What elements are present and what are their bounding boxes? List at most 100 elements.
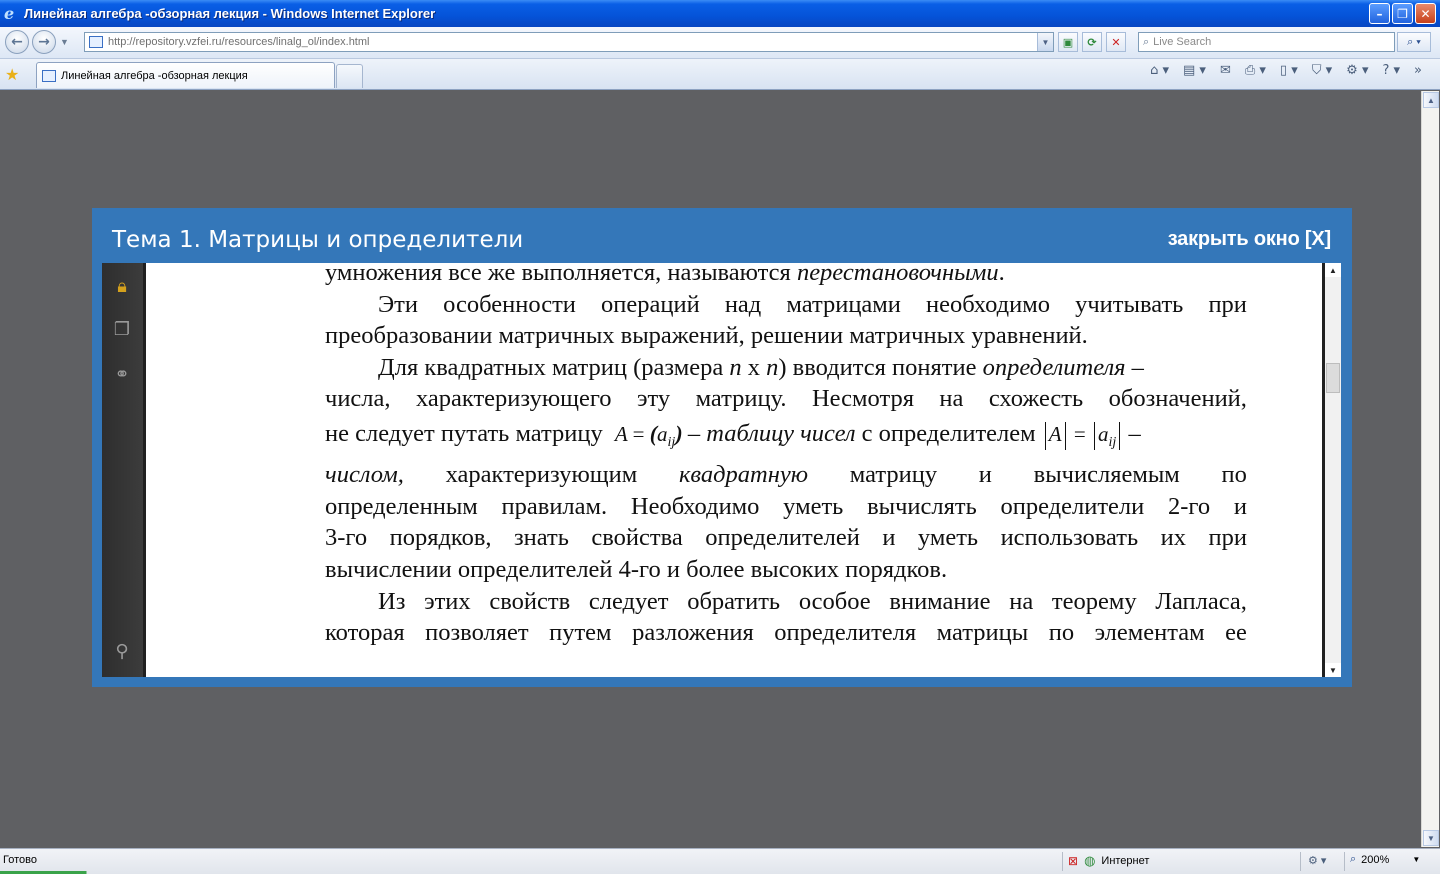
address-tools: ▣ ⟳ ✕	[1058, 32, 1126, 52]
text: преобразовании матричных выражений, реше…	[325, 322, 1088, 349]
formula-symbol: a	[1097, 422, 1109, 446]
lock-icon[interactable]: 🔒︎	[111, 275, 133, 297]
text-italic: таблицу чисел	[706, 420, 856, 447]
word: уметь	[783, 493, 844, 520]
minimize-button[interactable]: –	[1369, 3, 1390, 24]
close-window-button[interactable]: ✕	[1415, 3, 1436, 24]
word: использовать	[1000, 524, 1139, 551]
word: схожесть	[988, 385, 1084, 412]
word: числа,	[325, 385, 391, 412]
word: свойства	[591, 524, 683, 551]
word: матрицы	[936, 619, 1029, 646]
refresh-icon[interactable]: ⟳	[1082, 32, 1102, 52]
word: на	[1009, 588, 1034, 615]
mail-icon[interactable]: ✉	[1216, 63, 1235, 78]
help-icon[interactable]: ? ▾	[1378, 63, 1404, 78]
word: и	[1233, 493, 1247, 520]
tab-label: Линейная алгебра -обзорная лекция	[61, 69, 248, 82]
address-url[interactable]: http://repository.vzfei.ru/resources/lin…	[108, 36, 369, 48]
document-scrollbar[interactable]: ▲ ▼	[1322, 263, 1341, 677]
doc-line: Эти особенности операций над матрицами необхо…	[325, 291, 1247, 319]
word: операций	[601, 291, 700, 318]
address-bar[interactable]: http://repository.vzfei.ru/resources/lin…	[84, 32, 1054, 52]
document-text: умножения все же выполняется, называются…	[325, 263, 1247, 677]
toolbar-overflow-icon[interactable]: »	[1410, 63, 1426, 78]
scroll-up-icon[interactable]: ▲	[1423, 92, 1439, 108]
close-modal-button[interactable]: закрыть окно [X]	[1168, 228, 1331, 251]
blocked-content-icon[interactable]: ⊠	[1068, 854, 1078, 868]
print-icon[interactable]: ⎙ ▾	[1241, 63, 1270, 78]
pdf-viewer: 🔒︎ ❐ ⚭ ⚲ умножения все же выполняется, н…	[102, 263, 1341, 677]
safety-icon[interactable]: ⛉ ▾	[1308, 63, 1336, 78]
text: x	[741, 354, 767, 381]
history-dropdown-icon[interactable]: ▼	[60, 37, 69, 47]
search-button[interactable]: ⌕ ▾	[1397, 32, 1431, 52]
text: вычислении определителей 4-го и более вы…	[325, 556, 948, 583]
command-bar: ⌂ ▾ ▤ ▾ ✉ ⎙ ▾ ▯ ▾ ⛉ ▾ ⚙ ▾ ? ▾ »	[1146, 63, 1426, 78]
feeds-icon[interactable]: ▤ ▾	[1179, 63, 1210, 78]
text-italic: определителя	[982, 354, 1126, 381]
binoculars-icon[interactable]: ⚭	[111, 363, 133, 385]
pages-icon[interactable]: ❐	[111, 318, 133, 340]
word: внимание	[889, 588, 991, 615]
word: ее	[1225, 619, 1247, 646]
maximize-button[interactable]: ❐	[1392, 3, 1413, 24]
forward-button[interactable]: →	[32, 30, 56, 54]
word: определители	[1000, 493, 1145, 520]
zoom-dropdown-icon[interactable]: ▼	[1412, 855, 1420, 864]
word: 2-го	[1167, 493, 1211, 520]
formula-subscript: ij	[1108, 435, 1117, 451]
word: уметь	[917, 524, 979, 551]
formula-symbol: a	[657, 422, 668, 446]
tab-active[interactable]: Линейная алгебра -обзорная лекция	[36, 62, 335, 88]
search-input[interactable]: ⌕ Live Search	[1138, 32, 1395, 52]
word: над	[724, 291, 762, 318]
word: их	[1160, 524, 1186, 551]
scroll-down-icon[interactable]: ▼	[1423, 830, 1439, 846]
page-scrollbar[interactable]: ▲ ▼	[1421, 91, 1439, 847]
tools-gear-icon[interactable]: ⚙ ▾	[1342, 63, 1372, 78]
compatibility-icon[interactable]: ▣	[1058, 32, 1078, 52]
word: правилам.	[501, 493, 608, 520]
word: Лапласа,	[1155, 588, 1247, 615]
word: определителя	[774, 619, 917, 646]
zoom-control[interactable]: ⌕ 200% ▼	[1350, 853, 1420, 866]
back-button[interactable]: ←	[5, 30, 29, 54]
security-zone[interactable]: ⊠ ◍ Интернет	[1068, 853, 1149, 869]
formula-symbol: =	[1073, 422, 1086, 446]
word: учитывать	[1075, 291, 1184, 318]
doc-line: Для квадратных матриц (размера n x n) вв…	[325, 354, 1247, 382]
word: Необходимо	[630, 493, 760, 520]
zoom-level: 200%	[1361, 853, 1390, 866]
word: Эти	[378, 291, 418, 318]
window-title: Линейная алгебра -обзорная лекция - Wind…	[24, 6, 436, 21]
word: матрицу	[849, 461, 938, 488]
word: разложения	[632, 619, 754, 646]
doc-scroll-down-icon[interactable]: ▼	[1325, 663, 1341, 677]
doc-scroll-thumb[interactable]	[1326, 363, 1340, 393]
word: обратить	[687, 588, 781, 615]
word: которая	[325, 619, 405, 646]
word: по	[1221, 461, 1247, 488]
word: вычисляемым	[1033, 461, 1180, 488]
address-dropdown-icon[interactable]: ▼	[1037, 33, 1053, 51]
page-menu-icon[interactable]: ▯ ▾	[1276, 63, 1302, 78]
status-text: Готово	[3, 854, 37, 866]
divider	[1300, 852, 1301, 871]
text: Для квадратных матриц (размера	[378, 354, 730, 381]
home-icon[interactable]: ⌂ ▾	[1146, 63, 1173, 78]
formula-symbol: A	[614, 422, 628, 446]
attachment-paperclip-icon[interactable]: ⚲	[111, 640, 133, 662]
word: Несмотря	[811, 385, 914, 412]
word: и	[978, 461, 992, 488]
search-placeholder: Live Search	[1153, 36, 1212, 48]
favorites-star-icon[interactable]: ★	[5, 65, 19, 85]
tab-bar: ★ Линейная алгебра -обзорная лекция ⌂ ▾ …	[0, 59, 1440, 90]
word: этих	[424, 588, 471, 615]
stop-icon[interactable]: ✕	[1106, 32, 1126, 52]
protected-mode-icon[interactable]: ⚙ ▾	[1308, 854, 1326, 867]
lecture-modal: Тема 1. Матрицы и определители закрыть о…	[92, 208, 1352, 687]
new-tab-button[interactable]	[336, 64, 363, 88]
word: Из	[378, 588, 406, 615]
doc-scroll-up-icon[interactable]: ▲	[1325, 263, 1341, 277]
